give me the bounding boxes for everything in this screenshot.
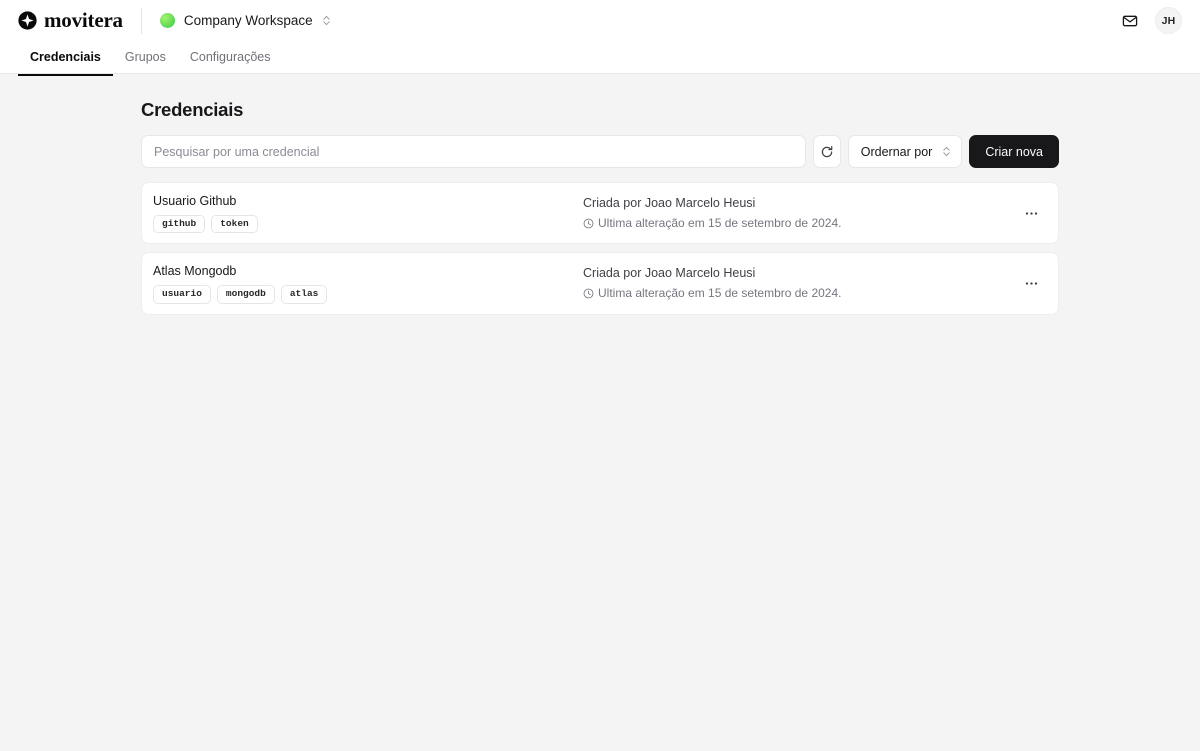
header-actions: JH <box>1117 7 1182 34</box>
credentials-list: Usuario Github github token Criada por J… <box>141 182 1059 315</box>
refresh-icon <box>821 145 833 157</box>
credential-row[interactable]: Atlas Mongodb usuario mongodb atlas Cria… <box>141 252 1059 315</box>
brand-name: movitera <box>44 8 123 32</box>
workspace-name: Company Workspace <box>183 12 313 28</box>
main-content: Credenciais Ordernar por Criar nova <box>0 73 1200 315</box>
credential-metadata: Criada por Joao Marcelo Heusi Ultima alt… <box>583 265 1010 301</box>
create-credential-button[interactable]: Criar nova <box>969 135 1059 168</box>
credential-updated-text: Ultima alteração em 15 de setembro de 20… <box>598 216 842 230</box>
credential-name: Usuario Github <box>153 194 237 208</box>
chevron-up-down-icon <box>322 15 330 26</box>
credential-tag[interactable]: mongodb <box>216 285 275 304</box>
tab-grupos[interactable]: Grupos <box>113 41 178 73</box>
tab-configuracoes[interactable]: Configurações <box>178 41 283 73</box>
credential-identity: Usuario Github github token <box>153 193 583 234</box>
header-divider <box>140 7 142 34</box>
mail-button[interactable] <box>1117 8 1143 34</box>
credential-row[interactable]: Usuario Github github token Criada por J… <box>141 182 1059 245</box>
refresh-button[interactable] <box>812 135 841 168</box>
tab-credenciais[interactable]: Credenciais <box>18 41 113 76</box>
header-bottom-border <box>0 73 1200 74</box>
content-container: Credenciais Ordernar por Criar nova <box>141 99 1059 315</box>
more-horizontal-icon <box>1025 211 1037 215</box>
credential-tag[interactable]: github <box>153 214 206 234</box>
credential-tag[interactable]: token <box>211 214 258 234</box>
app-header: movitera Company Workspace JH Credenciai… <box>0 0 1200 76</box>
main-tabs: Credenciais Grupos Configurações <box>0 41 1200 76</box>
avatar[interactable]: JH <box>1155 7 1182 34</box>
search-input[interactable] <box>141 135 806 168</box>
credential-updated-text: Ultima alteração em 15 de setembro de 20… <box>598 286 842 301</box>
row-menu-button[interactable] <box>1018 200 1044 226</box>
avatar-initials: JH <box>1161 14 1176 27</box>
credential-identity: Atlas Mongodb usuario mongodb atlas <box>153 263 583 304</box>
credential-updated: Ultima alteração em 15 de setembro de 20… <box>583 215 1010 231</box>
credential-tag[interactable]: usuario <box>153 285 211 304</box>
plus-circle-icon <box>18 11 37 30</box>
clock-icon <box>583 288 594 299</box>
clock-icon <box>583 218 594 229</box>
brand-logo[interactable]: movitera <box>18 10 141 31</box>
credential-author: Criada por Joao Marcelo Heusi <box>583 266 756 281</box>
page-title: Credenciais <box>141 99 244 120</box>
credentials-toolbar: Ordernar por Criar nova <box>141 135 1059 168</box>
credential-metadata: Criada por Joao Marcelo Heusi Ultima alt… <box>583 195 1010 231</box>
header-top-bar: movitera Company Workspace JH <box>0 0 1200 41</box>
chevron-up-down-icon <box>943 146 951 157</box>
credential-author: Criada por Joao Marcelo Heusi <box>583 196 756 211</box>
row-menu-button[interactable] <box>1018 270 1044 296</box>
credential-tags: github token <box>153 214 583 234</box>
mail-icon <box>1122 15 1138 26</box>
credential-tags: usuario mongodb atlas <box>153 285 583 304</box>
credential-tag[interactable]: atlas <box>280 285 328 304</box>
sort-select[interactable]: Ordernar por <box>847 135 963 168</box>
credential-name: Atlas Mongodb <box>153 264 237 279</box>
credential-updated: Ultima alteração em 15 de setembro de 20… <box>583 285 1010 301</box>
sort-select-label: Ordernar por <box>860 144 933 159</box>
workspace-selector[interactable]: Company Workspace <box>159 12 331 28</box>
workspace-color-dot <box>159 13 175 28</box>
more-horizontal-icon <box>1025 282 1037 285</box>
